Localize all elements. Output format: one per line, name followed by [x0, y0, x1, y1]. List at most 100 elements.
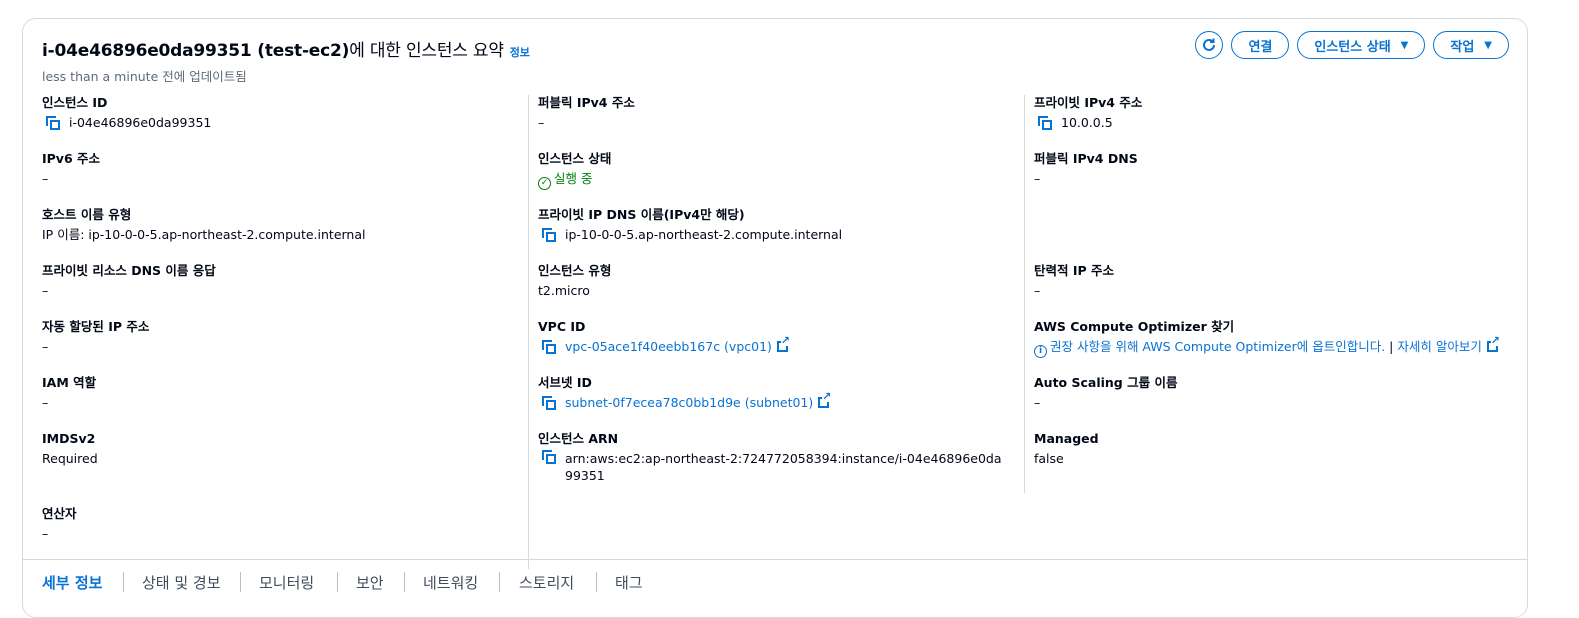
external-link-icon[interactable]: [1486, 335, 1500, 352]
separator: |: [1385, 339, 1398, 354]
connect-label: 연결: [1248, 39, 1273, 55]
last-updated-text: less than a minute 전에 업데이트됨: [42, 69, 247, 84]
instance-arn-value: arn:aws:ec2:ap-northeast-2:724772058394:…: [565, 451, 1002, 483]
field-instance-state: 인스턴스 상태 ✓ 실행 중: [538, 151, 1022, 190]
field-label: 퍼블릭 IPv4 주소: [538, 95, 635, 110]
copy-icon[interactable]: [542, 228, 556, 242]
private-ipv4-value: 10.0.0.5: [1061, 115, 1113, 130]
vpc-id-link[interactable]: vpc-05ace1f40eebb167c (vpc01): [565, 339, 772, 354]
external-link-icon[interactable]: [818, 391, 832, 408]
copy-icon[interactable]: [542, 340, 556, 354]
field-label: 퍼블릭 IPv4 DNS: [1034, 151, 1138, 166]
copy-icon[interactable]: [1038, 116, 1052, 130]
connect-button[interactable]: 연결: [1231, 31, 1290, 59]
private-ip-dns-value: ip-10-0-0-5.ap-northeast-2.compute.inter…: [565, 227, 843, 242]
field-label: 프라이빗 IPv4 주소: [1034, 95, 1143, 110]
field-operator: 연산자 –: [42, 506, 526, 542]
field-private-ip-dns: 프라이빗 IP DNS 이름(IPv4만 해당) ip-10-0-0-5.ap-…: [538, 207, 1022, 243]
copy-icon[interactable]: [542, 396, 556, 410]
action-bar: 연결 인스턴스 상태 ▼ 작업 ▼: [1195, 31, 1509, 59]
elastic-ip-value: –: [1034, 283, 1041, 298]
tab-separator: [337, 572, 338, 592]
field-label: 인스턴스 상태: [538, 151, 612, 166]
check-circle-icon: ✓: [538, 177, 551, 190]
caret-down-icon: ▼: [1400, 39, 1409, 51]
ipv6-value: –: [42, 171, 49, 186]
field-label: IPv6 주소: [42, 151, 101, 166]
hostname-type-value: IP 이름: ip-10-0-0-5.ap-northeast-2.comput…: [42, 227, 366, 242]
field-label: 호스트 이름 유형: [42, 207, 132, 222]
instance-state-value: 실행 중: [554, 171, 593, 186]
field-label: 인스턴스 ID: [42, 95, 108, 110]
field-vpc-id: VPC ID vpc-05ace1f40eebb167c (vpc01): [538, 319, 1022, 355]
private-dns-answer-value: –: [42, 283, 49, 298]
refresh-button[interactable]: [1195, 31, 1224, 59]
field-label: AWS Compute Optimizer 찾기: [1034, 319, 1235, 334]
field-elastic-ip: 탄력적 IP 주소 –: [1034, 263, 1518, 299]
field-managed: Managed false: [1034, 431, 1518, 467]
field-label: IAM 역할: [42, 375, 97, 390]
field-label: 자동 할당된 IP 주소: [42, 319, 150, 334]
field-iam-role: IAM 역할 –: [42, 375, 526, 411]
learn-more-link[interactable]: 자세히 알아보기: [1397, 339, 1481, 354]
subnet-id-link[interactable]: subnet-0f7ecea78c0bb1d9e (subnet01): [565, 395, 813, 410]
instance-summary-panel: i-04e46896e0da99351 (test-ec2)에 대한 인스턴스 …: [22, 18, 1528, 618]
field-label: 서브넷 ID: [538, 375, 592, 390]
page-title: i-04e46896e0da99351 (test-ec2)에 대한 인스턴스 …: [42, 36, 530, 61]
copy-icon[interactable]: [46, 116, 60, 130]
info-icon: i: [1034, 345, 1047, 358]
field-ipv6: IPv6 주소 –: [42, 151, 526, 187]
imdsv2-value: Required: [42, 451, 98, 466]
field-instance-type: 인스턴스 유형 t2.micro: [538, 263, 1022, 299]
instance-type-value: t2.micro: [538, 283, 590, 298]
field-label: IMDSv2: [42, 431, 96, 446]
field-label: 인스턴스 ARN: [538, 431, 619, 446]
field-label: 프라이빗 IP DNS 이름(IPv4만 해당): [538, 207, 745, 222]
asg-name-value: –: [1034, 395, 1041, 410]
tab-separator: [240, 572, 241, 592]
instance-state-label: 인스턴스 상태: [1314, 39, 1391, 55]
public-ipv4-value: –: [538, 115, 545, 130]
field-hostname-type: 호스트 이름 유형 IP 이름: ip-10-0-0-5.ap-northeas…: [42, 207, 526, 243]
title-instance-id: i-04e46896e0da99351 (test-ec2): [42, 41, 350, 61]
field-label: Auto Scaling 그룹 이름: [1034, 375, 1178, 390]
iam-role-value: –: [42, 395, 49, 410]
public-dns-value: –: [1034, 171, 1041, 186]
info-link[interactable]: 정보: [510, 46, 530, 59]
field-public-dns: 퍼블릭 IPv4 DNS –: [1034, 151, 1518, 187]
instance-id-value: i-04e46896e0da99351: [69, 115, 212, 130]
optimizer-opt-in-link[interactable]: 권장 사항을 위해 AWS Compute Optimizer에 옵트인합니다.: [1050, 339, 1385, 354]
field-label: 인스턴스 유형: [538, 263, 612, 278]
field-label: 탄력적 IP 주소: [1034, 263, 1115, 278]
refresh-icon: [1203, 38, 1216, 51]
field-instance-arn: 인스턴스 ARN arn:aws:ec2:ap-northeast-2:7247…: [538, 431, 1022, 484]
actions-dropdown[interactable]: 작업 ▼: [1433, 31, 1509, 59]
field-label: 프라이빗 리소스 DNS 이름 응답: [42, 263, 216, 278]
caret-down-icon: ▼: [1484, 39, 1492, 51]
field-asg-name: Auto Scaling 그룹 이름 –: [1034, 375, 1518, 411]
field-subnet-id: 서브넷 ID subnet-0f7ecea78c0bb1d9e (subnet0…: [538, 375, 1022, 411]
tab-separator: [499, 572, 500, 592]
actions-label: 작업: [1450, 39, 1475, 55]
title-suffix: 에 대한 인스턴스 요약: [349, 41, 504, 61]
field-instance-id: 인스턴스 ID i-04e46896e0da99351: [42, 95, 526, 131]
tab-separator: [596, 572, 597, 592]
field-label: VPC ID: [538, 319, 586, 334]
field-compute-optimizer: AWS Compute Optimizer 찾기 i 권장 사항을 위해 AWS …: [1034, 319, 1518, 358]
field-label: Managed: [1034, 431, 1099, 446]
copy-icon[interactable]: [542, 450, 556, 464]
field-private-ipv4: 프라이빗 IPv4 주소 10.0.0.5: [1034, 95, 1518, 131]
field-imdsv2: IMDSv2 Required: [42, 431, 526, 467]
instance-state-dropdown[interactable]: 인스턴스 상태 ▼: [1297, 31, 1426, 59]
external-link-icon[interactable]: [776, 335, 790, 352]
field-label: 연산자: [42, 506, 77, 521]
tab-separator: [404, 572, 405, 592]
field-public-ipv4: 퍼블릭 IPv4 주소 –: [538, 95, 1022, 131]
field-auto-ip: 자동 할당된 IP 주소 –: [42, 319, 526, 355]
tab-separator: [123, 572, 124, 592]
detail-tabs: 세부 정보 상태 및 경보 모니터링 보안 네트워킹 스토리지 태그: [23, 559, 1527, 610]
operator-value: –: [42, 526, 49, 541]
auto-ip-value: –: [42, 339, 49, 354]
column-divider: [528, 95, 529, 569]
managed-value: false: [1034, 451, 1064, 466]
